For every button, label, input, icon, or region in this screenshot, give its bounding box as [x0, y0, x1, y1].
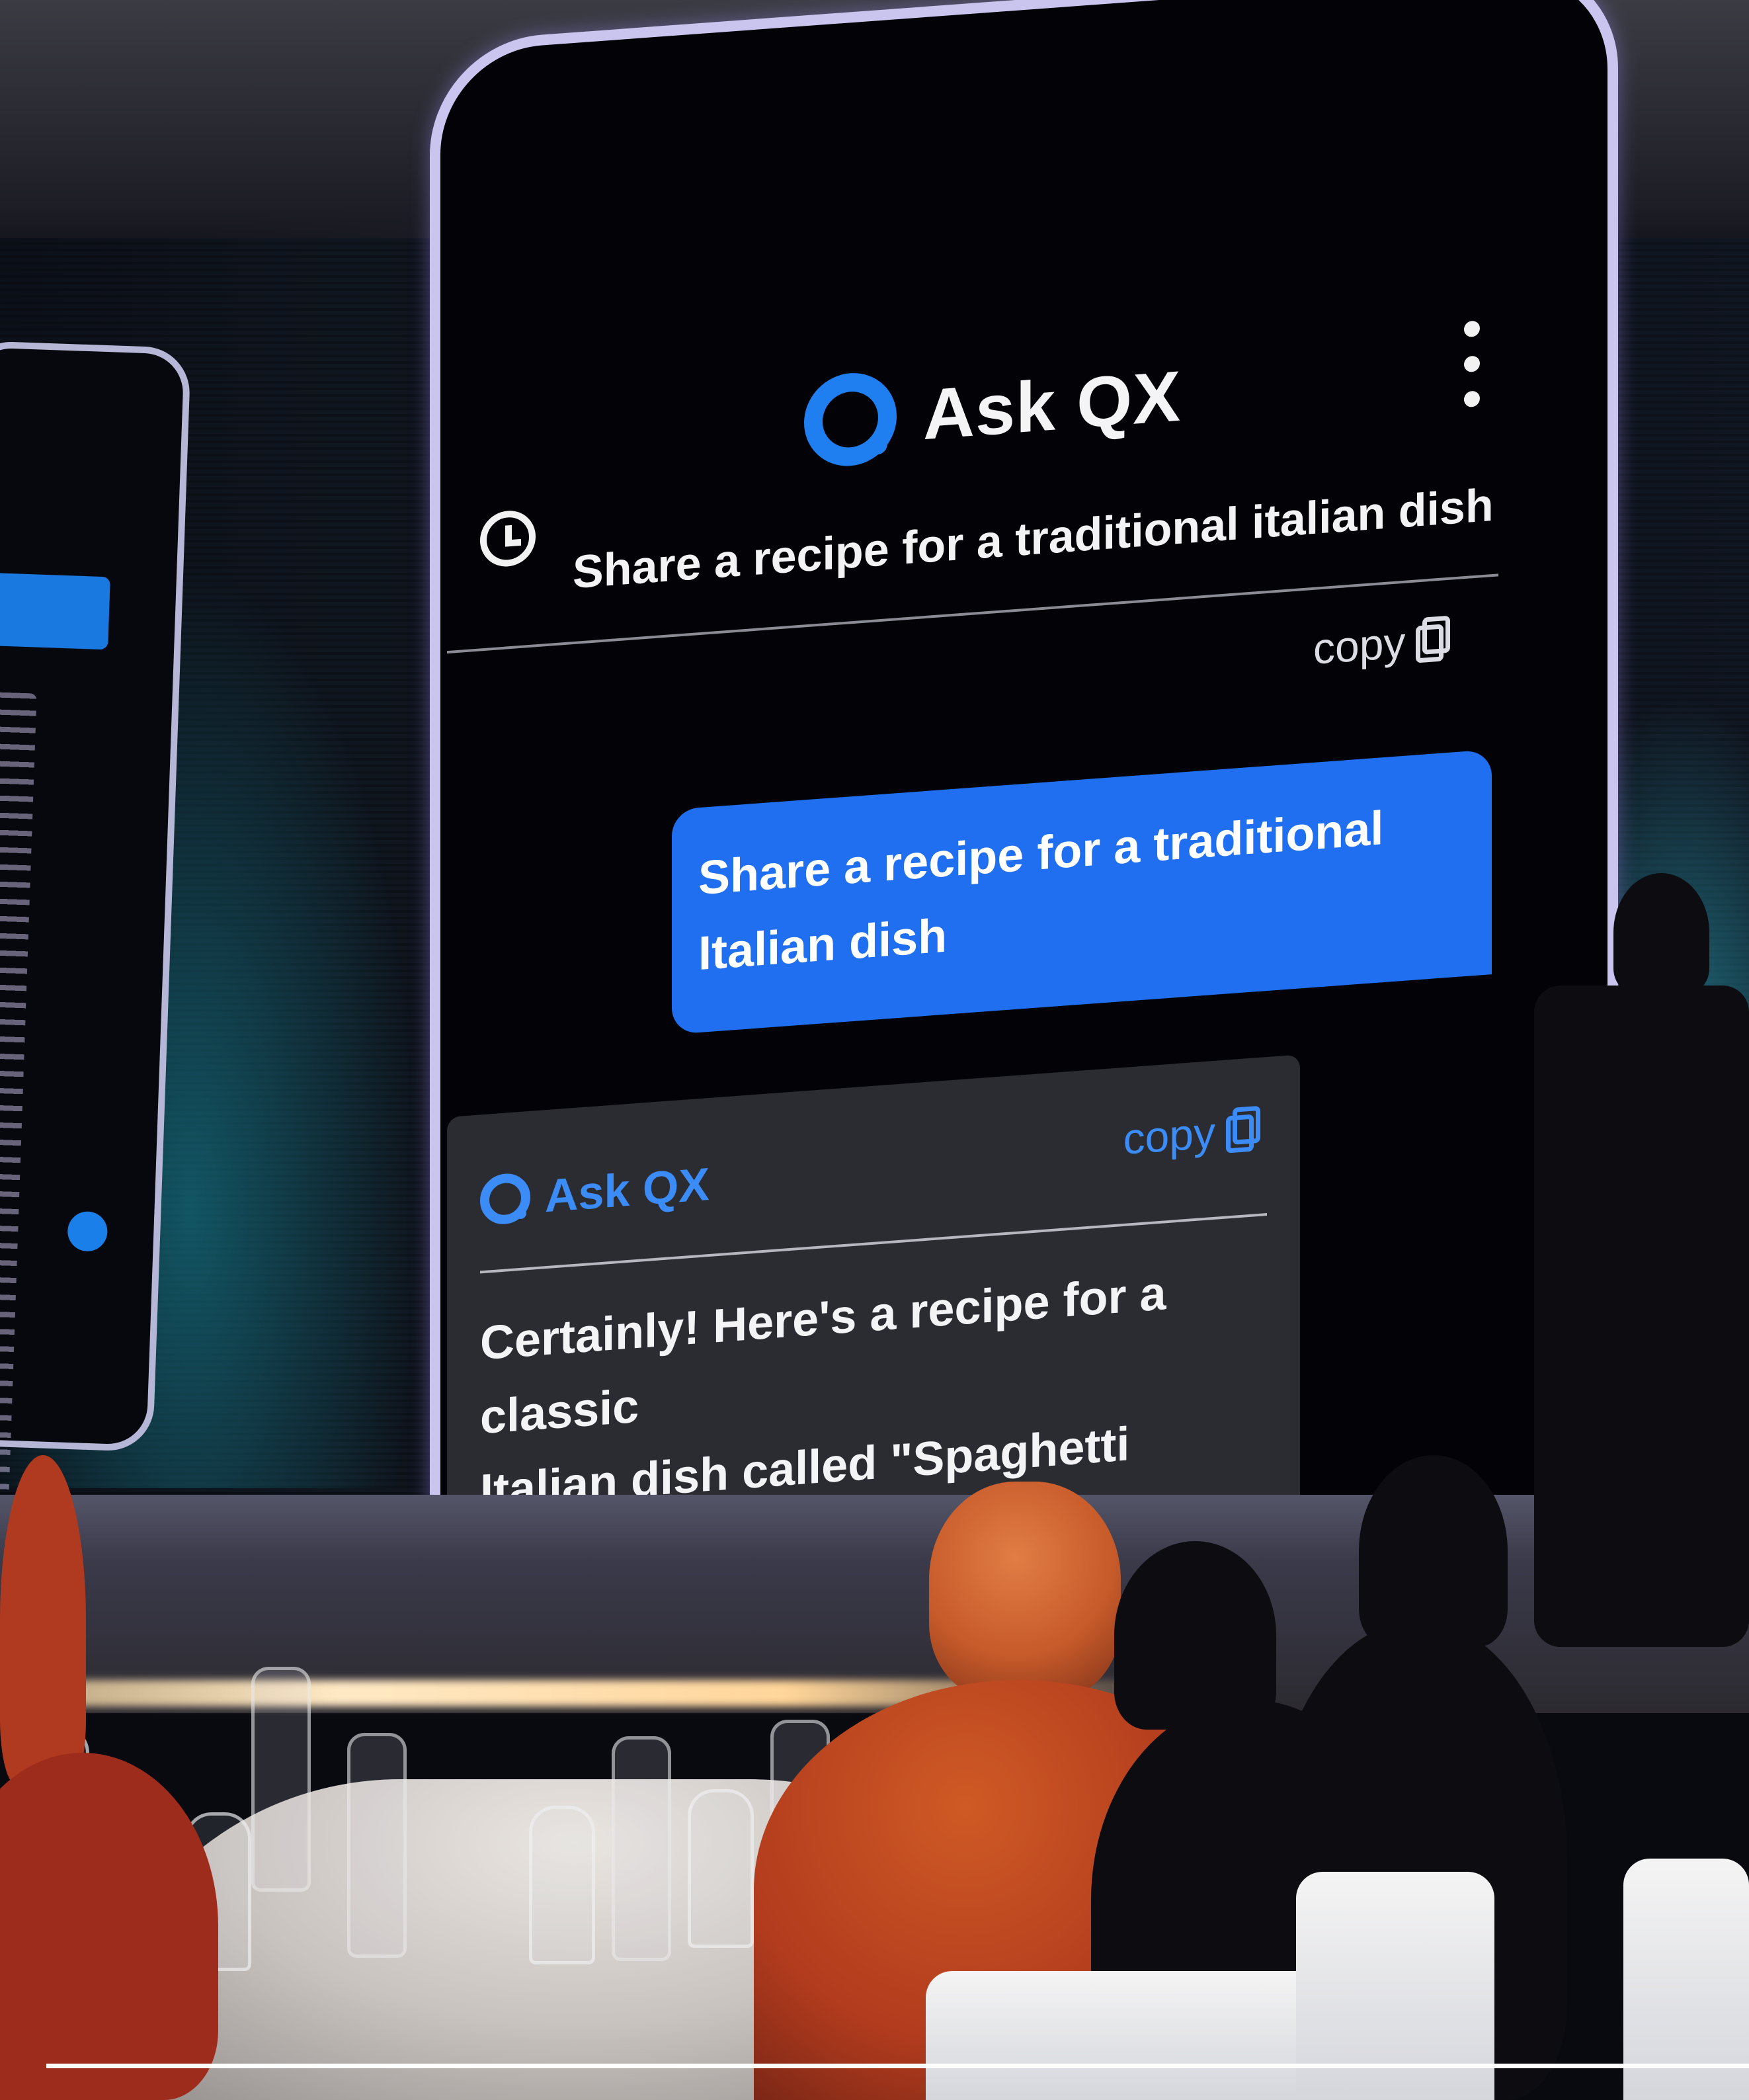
reply-logo: Ask QX — [480, 1157, 710, 1227]
kebab-dot-icon — [1464, 320, 1480, 338]
copy-button-top[interactable]: copy — [1313, 614, 1451, 674]
askqx-small-logo-icon — [480, 1171, 530, 1226]
audience-member-head — [1359, 1455, 1508, 1647]
copy-icon — [1226, 1105, 1260, 1155]
audience-member-left-body — [0, 1753, 218, 2100]
conference-scene: Ask QX Share a recipe for a traditional … — [0, 0, 1749, 2100]
bottom-white-line — [46, 2064, 1749, 2068]
copy-label: copy — [1313, 617, 1406, 673]
copy-icon — [1416, 615, 1451, 665]
app-header: Ask QX — [804, 349, 1181, 470]
water-bottle — [612, 1736, 671, 1961]
copy-button-reply[interactable]: copy — [1123, 1104, 1260, 1164]
reply-header: Ask QX copy — [480, 1097, 1267, 1247]
water-bottle — [251, 1667, 311, 1892]
main-phone-display: Ask QX Share a recipe for a traditional … — [430, 0, 1618, 1638]
secondary-phone-text-column — [0, 691, 37, 1553]
user-message-bubble: Share a recipe for a traditional Italian… — [672, 749, 1492, 1035]
copy-label: copy — [1123, 1107, 1215, 1163]
kebab-dot-icon — [1464, 355, 1480, 373]
copy-sheet-front — [1416, 624, 1444, 663]
white-chair — [926, 1971, 1322, 2100]
prompt-heading: Share a recipe for a traditional italian… — [573, 478, 1494, 599]
history-icon[interactable] — [480, 509, 536, 569]
app-title: Ask QX — [923, 355, 1182, 454]
audience-member-turban — [929, 1482, 1121, 1700]
copy-sheet-front — [1226, 1114, 1254, 1154]
secondary-phone-message-strip — [0, 572, 110, 650]
askqx-logo-icon — [804, 370, 897, 470]
presenter-body — [1534, 986, 1749, 1647]
water-glass — [688, 1789, 754, 1948]
secondary-phone-edit-button — [67, 1210, 108, 1252]
more-menu-button[interactable] — [1462, 320, 1482, 408]
presenter-head — [1613, 873, 1709, 992]
audience-member-left — [0, 1455, 86, 1786]
water-bottle — [347, 1733, 407, 1958]
water-glass — [529, 1806, 595, 1964]
kebab-dot-icon — [1464, 390, 1480, 408]
reply-title: Ask QX — [545, 1157, 710, 1222]
